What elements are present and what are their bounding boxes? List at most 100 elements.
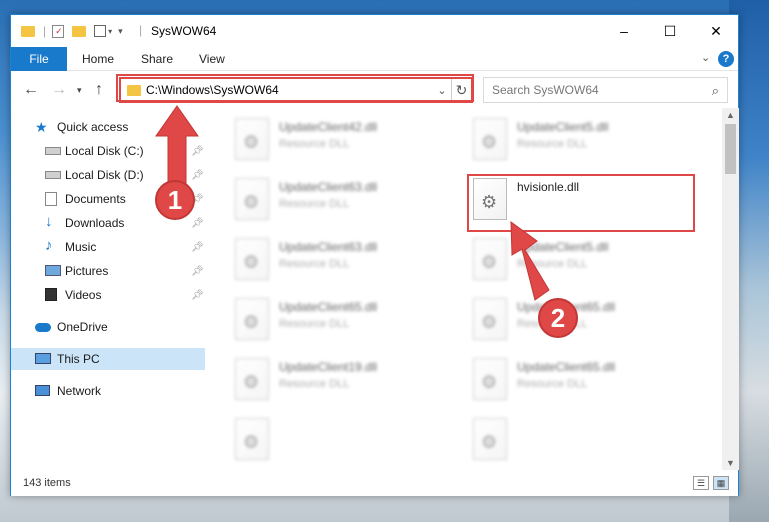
- quick-access-toolbar: | ✓ ▾ ▾: [21, 23, 123, 39]
- list-item[interactable]: ⚙ UpdateClient65.dll Resource DLL: [473, 298, 703, 354]
- pin-icon[interactable]: 📌︎: [191, 266, 204, 277]
- expand-ribbon-icon[interactable]: ⌄: [701, 51, 710, 64]
- file-name: UpdateClient63.dll: [279, 240, 378, 254]
- sidebar-item-quick-access[interactable]: ★ Quick access: [11, 116, 205, 138]
- minimize-button[interactable]: –: [601, 15, 647, 47]
- forward-arrow-icon[interactable]: →: [51, 81, 67, 99]
- sidebar-item-network[interactable]: Network: [11, 380, 205, 402]
- maximize-button[interactable]: ☐: [647, 15, 693, 47]
- gear-icon: ⚙: [481, 432, 498, 452]
- gear-icon: ⚙: [243, 132, 260, 152]
- file-type: Resource DLL: [279, 198, 350, 210]
- pin-icon[interactable]: 📌︎: [191, 242, 204, 253]
- dll-file-icon: ⚙: [473, 358, 507, 400]
- file-type: Resource DLL: [517, 138, 588, 150]
- sidebar-item-label: Quick access: [57, 120, 129, 134]
- step-2-badge: 2: [538, 298, 578, 338]
- dll-file-icon: ⚙: [235, 298, 269, 340]
- sidebar-item-label: Music: [65, 240, 97, 254]
- customize-toolbar-icon[interactable]: ▾: [118, 26, 123, 37]
- list-item[interactable]: ⚙ UpdateClient5.dll Resource DLL: [473, 238, 703, 294]
- title-separator: |: [139, 23, 143, 37]
- dll-file-icon: ⚙: [235, 178, 269, 220]
- list-item[interactable]: ⚙ UpdateClient42.dll Resource DLL: [235, 118, 465, 174]
- dll-file-icon: ⚙: [473, 118, 507, 160]
- dll-file-icon: ⚙: [235, 118, 269, 160]
- pin-icon[interactable]: 📌︎: [191, 170, 204, 181]
- file-type: Resource DLL: [517, 378, 588, 390]
- chevron-down-icon[interactable]: ▾: [108, 27, 112, 36]
- download-icon: ↓: [45, 213, 53, 230]
- sidebar-item-videos[interactable]: Videos 📌︎: [11, 284, 205, 306]
- sidebar-item-label: Network: [57, 384, 102, 398]
- sidebar-item-label: Pictures: [65, 264, 109, 278]
- pin-icon[interactable]: 📌︎: [191, 146, 204, 157]
- dll-file-icon: ⚙: [473, 418, 507, 460]
- recent-locations-icon[interactable]: ▾: [77, 85, 82, 96]
- status-bar: 143 items ☰ ▦: [11, 470, 738, 496]
- pin-icon[interactable]: 📌︎: [191, 290, 204, 301]
- list-item[interactable]: ⚙ UpdateClient65.dll Resource DLL: [473, 358, 703, 414]
- new-folder-icon[interactable]: [72, 25, 87, 37]
- help-icon[interactable]: ?: [718, 51, 734, 67]
- gear-icon: ⚙: [243, 252, 260, 272]
- dll-file-icon: ⚙: [473, 298, 507, 340]
- dll-file-icon: ⚙: [473, 238, 507, 280]
- list-item[interactable]: ⚙ UpdateClient5.dll Resource DLL: [473, 118, 703, 174]
- view-options-icon[interactable]: [94, 25, 107, 37]
- network-icon: [35, 385, 50, 396]
- item-count: 143 items: [23, 477, 71, 489]
- gear-icon: ⚙: [481, 312, 498, 332]
- gear-icon: ⚙: [243, 372, 260, 392]
- file-name: UpdateClient65.dll: [279, 300, 378, 314]
- tab-file[interactable]: File: [11, 47, 67, 71]
- tab-home[interactable]: Home: [82, 52, 114, 66]
- separator: |: [43, 24, 47, 38]
- pin-icon[interactable]: 📌︎: [191, 218, 204, 229]
- sidebar-item-pictures[interactable]: Pictures 📌︎: [11, 260, 205, 282]
- file-type: Resource DLL: [279, 138, 350, 150]
- list-item[interactable]: ⚙ UpdateClient63.dll Resource DLL: [235, 238, 465, 294]
- videos-icon: [45, 288, 57, 301]
- documents-icon: [45, 192, 57, 206]
- dll-file-icon: ⚙: [235, 418, 269, 460]
- navigation-pane: ★ Quick access Local Disk (C:) 📌︎ Local …: [11, 108, 205, 470]
- up-arrow-icon[interactable]: ↑: [95, 81, 103, 99]
- list-item[interactable]: ⚙ UpdateClient19.dll Resource DLL: [235, 358, 465, 414]
- scroll-down-icon[interactable]: ▼: [726, 458, 735, 468]
- scroll-up-icon[interactable]: ▲: [726, 110, 735, 120]
- star-icon: ★: [35, 119, 48, 135]
- ribbon-tabs: File Home Share View ⌄ ?: [11, 47, 738, 71]
- sidebar-item-onedrive[interactable]: OneDrive: [11, 316, 205, 338]
- highlight-box-address: [116, 74, 474, 102]
- large-icons-view-icon[interactable]: ▦: [713, 476, 729, 490]
- gear-icon: ⚙: [243, 312, 260, 332]
- computer-icon: [35, 353, 51, 364]
- file-type: Resource DLL: [279, 378, 350, 390]
- file-name: UpdateClient65.dll: [517, 360, 616, 374]
- list-item[interactable]: ⚙: [235, 418, 465, 470]
- close-button[interactable]: ✕: [693, 15, 739, 47]
- details-view-icon[interactable]: ☰: [693, 476, 709, 490]
- list-item[interactable]: ⚙: [473, 418, 703, 470]
- sidebar-item-this-pc[interactable]: This PC: [11, 348, 205, 370]
- list-item[interactable]: ⚙ UpdateClient65.dll Resource DLL: [235, 298, 465, 354]
- search-input[interactable]: Search SysWOW64 ⌕: [483, 77, 728, 103]
- pictures-icon: [45, 265, 61, 276]
- tab-view[interactable]: View: [199, 52, 225, 66]
- sidebar-item-music[interactable]: ♪ Music 📌︎: [11, 236, 205, 258]
- scrollbar-thumb[interactable]: [725, 124, 736, 174]
- properties-icon[interactable]: ✓: [52, 24, 65, 38]
- gear-icon: ⚙: [481, 372, 498, 392]
- highlight-box-file: [467, 174, 695, 232]
- gear-icon: ⚙: [243, 432, 260, 452]
- sidebar-item-local-disk-c[interactable]: Local Disk (C:) 📌︎: [11, 140, 205, 162]
- list-item[interactable]: ⚙ UpdateClient63.dll Resource DLL: [235, 178, 465, 234]
- vertical-scrollbar[interactable]: ▲ ▼: [722, 108, 739, 470]
- dll-file-icon: ⚙: [235, 358, 269, 400]
- back-arrow-icon[interactable]: ←: [23, 81, 39, 99]
- gear-icon: ⚙: [243, 192, 260, 212]
- music-icon: ♪: [45, 237, 53, 254]
- tab-share[interactable]: Share: [141, 52, 173, 66]
- search-icon[interactable]: ⌕: [712, 83, 719, 99]
